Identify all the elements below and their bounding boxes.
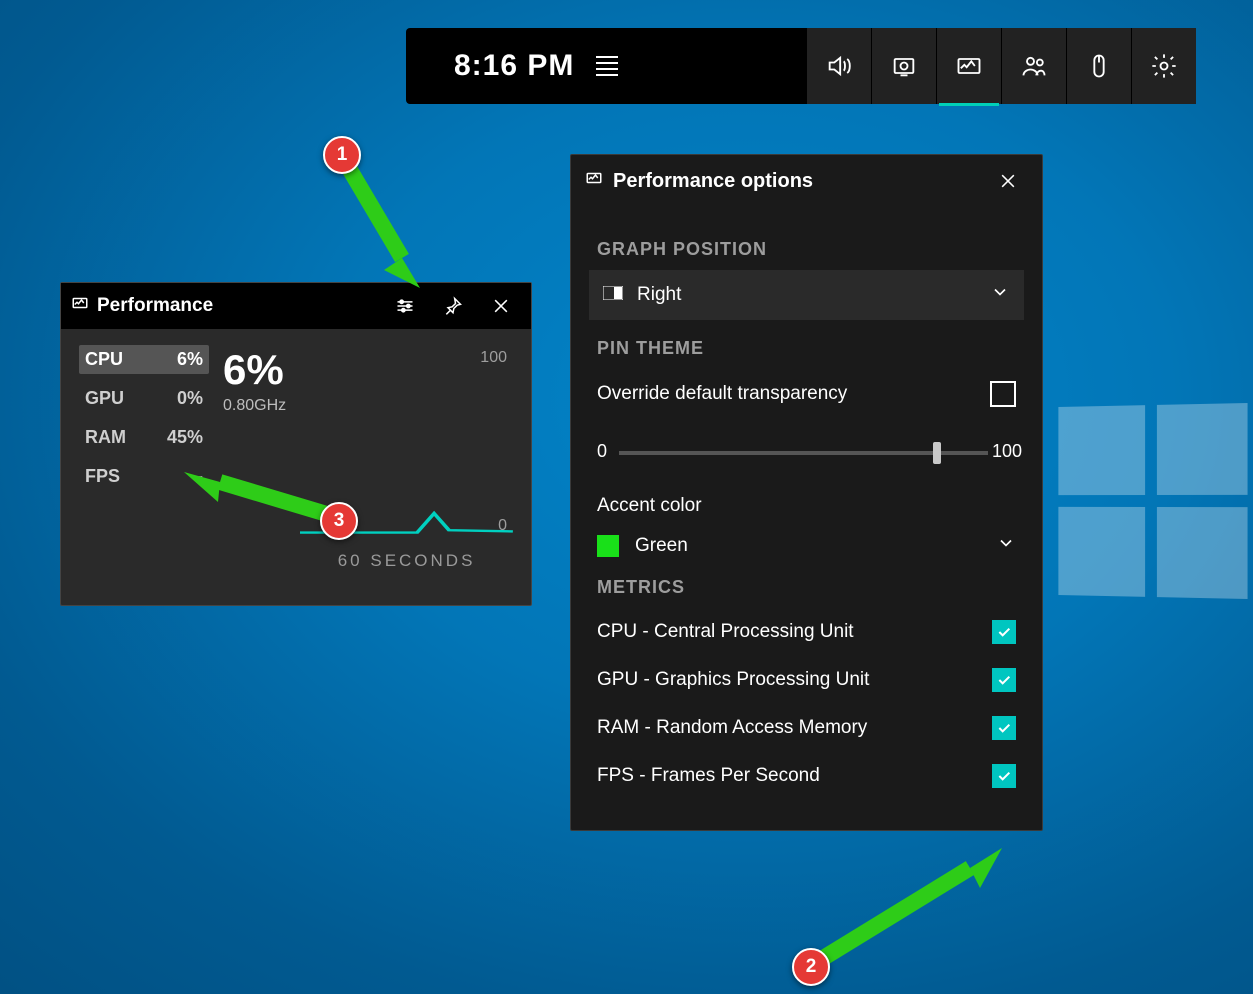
big-percent: 6% — [223, 349, 286, 391]
audio-button[interactable] — [806, 28, 871, 104]
metric-option-label: GPU - Graphics Processing Unit — [597, 669, 869, 691]
graph-position-label: GRAPH POSITION — [597, 239, 1016, 260]
settings-button[interactable] — [1131, 28, 1196, 104]
options-title: Performance options — [613, 170, 813, 193]
override-checkbox[interactable] — [990, 381, 1016, 407]
accent-value: Green — [635, 535, 688, 557]
accent-swatch — [597, 535, 619, 557]
metric-option-label: CPU - Central Processing Unit — [597, 621, 854, 643]
metric-gpu[interactable]: GPU0% — [79, 384, 209, 413]
metric-checkbox[interactable] — [992, 668, 1016, 692]
metrics-label: METRICS — [597, 577, 1016, 598]
performance-title: Performance — [97, 295, 213, 317]
metric-option-label: RAM - Random Access Memory — [597, 717, 867, 739]
metric-checkbox[interactable] — [992, 716, 1016, 740]
performance-button[interactable] — [936, 28, 1001, 104]
close-icon[interactable] — [988, 161, 1028, 201]
annotation-badge-1: 1 — [323, 136, 361, 174]
social-button[interactable] — [1001, 28, 1066, 104]
metric-fps[interactable]: FPS-- — [79, 462, 209, 491]
accent-select[interactable]: Green — [597, 533, 1016, 559]
clock: 8:16 PM — [454, 49, 574, 83]
metric-option-1[interactable]: GPU - Graphics Processing Unit — [597, 656, 1016, 704]
performance-widget: Performance CPU6% GPU0% RAM45% FPS-- 6% … — [60, 282, 532, 606]
x-label: 60 SECONDS — [300, 551, 513, 571]
slider-min: 0 — [597, 441, 607, 462]
options-icon[interactable] — [385, 286, 425, 326]
slider-max: 100 — [992, 441, 1022, 462]
metric-checkbox[interactable] — [992, 764, 1016, 788]
y-max: 100 — [480, 349, 507, 367]
transparency-slider[interactable]: 0 100 — [597, 433, 1016, 473]
pin-theme-label: PIN THEME — [597, 338, 1016, 359]
metric-detail: 6% 0.80GHz — [223, 345, 286, 581]
game-bar: 8:16 PM — [406, 28, 1196, 104]
override-transparency-row[interactable]: Override default transparency — [597, 369, 1016, 419]
capture-button[interactable] — [871, 28, 936, 104]
accent-label: Accent color — [597, 495, 1016, 517]
mouse-button[interactable] — [1066, 28, 1131, 104]
metric-option-3[interactable]: FPS - Frames Per Second — [597, 752, 1016, 800]
performance-icon — [585, 169, 603, 193]
performance-options-panel: Performance options GRAPH POSITION Right… — [570, 154, 1043, 831]
big-sub: 0.80GHz — [223, 397, 286, 415]
metric-checkbox[interactable] — [992, 620, 1016, 644]
windows-logo — [1058, 403, 1247, 599]
close-icon[interactable] — [481, 286, 521, 326]
pin-icon[interactable] — [433, 286, 473, 326]
metric-option-0[interactable]: CPU - Central Processing Unit — [597, 608, 1016, 656]
metric-list: CPU6% GPU0% RAM45% FPS-- — [79, 345, 209, 581]
metric-option-2[interactable]: RAM - Random Access Memory — [597, 704, 1016, 752]
annotation-badge-2: 2 — [792, 948, 830, 986]
annotation-badge-3: 3 — [320, 502, 358, 540]
position-icon — [603, 284, 623, 306]
override-label: Override default transparency — [597, 383, 847, 405]
graph-position-value: Right — [637, 284, 681, 306]
metric-option-label: FPS - Frames Per Second — [597, 765, 820, 787]
performance-header: Performance — [61, 283, 531, 329]
usage-graph: 100 0 60 SECONDS — [300, 345, 513, 581]
graph-position-select[interactable]: Right — [589, 270, 1024, 320]
metric-ram[interactable]: RAM45% — [79, 423, 209, 452]
performance-icon — [71, 294, 89, 318]
menu-icon[interactable] — [596, 56, 618, 76]
chevron-down-icon — [990, 282, 1010, 308]
chevron-down-icon — [996, 533, 1016, 559]
metric-cpu[interactable]: CPU6% — [79, 345, 209, 374]
